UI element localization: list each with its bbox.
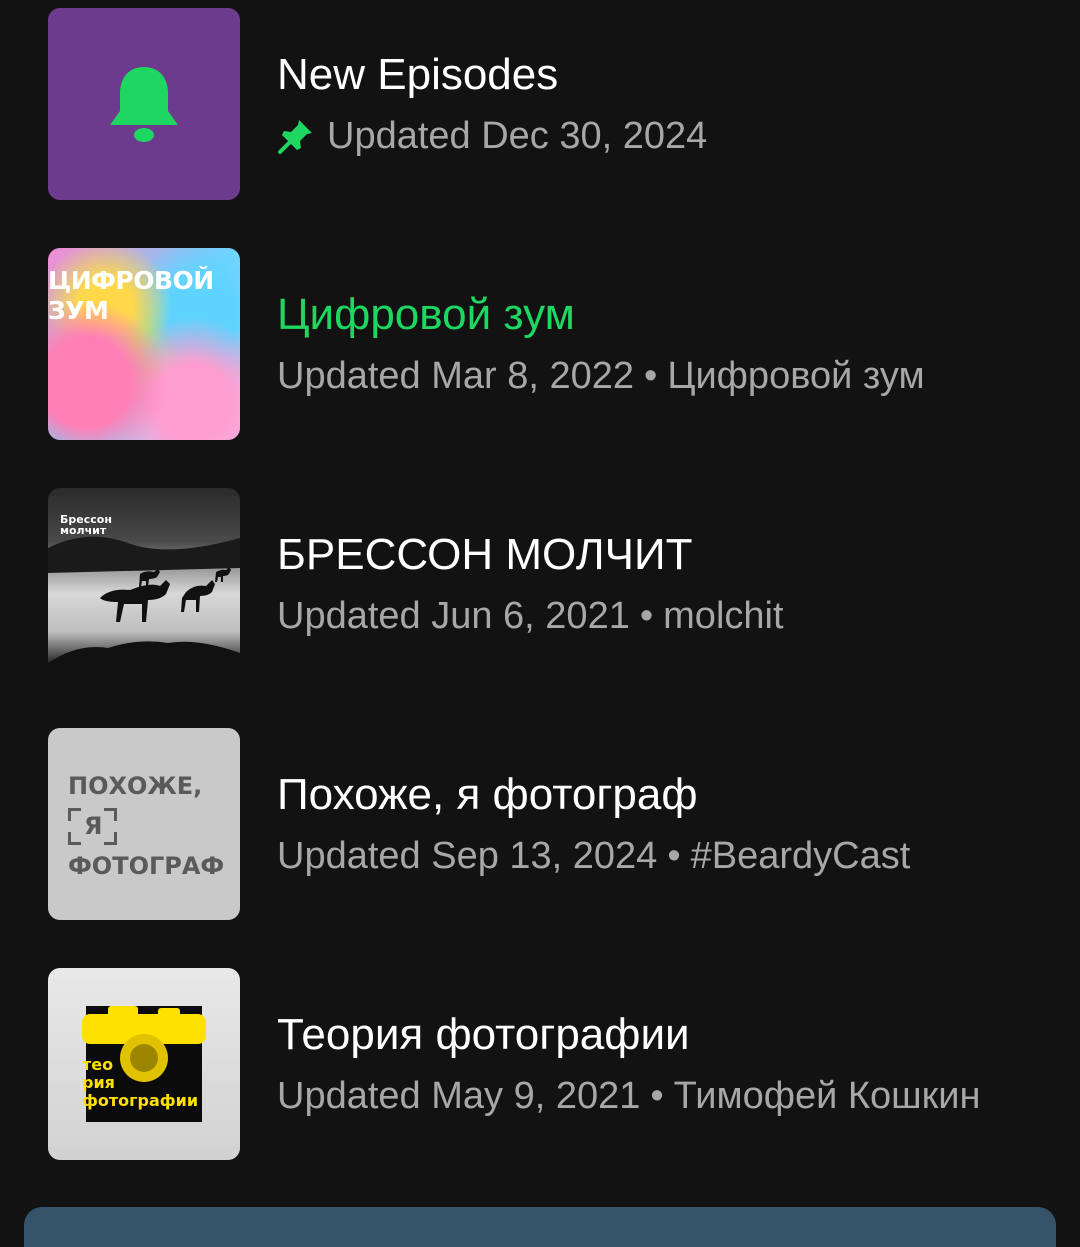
playlist-cover [48, 8, 240, 200]
cover-text: тео рия фотографии [82, 1055, 199, 1110]
playlist-title: New Episodes [277, 50, 559, 99]
updated-date: Updated Dec 30, 2024 [327, 115, 708, 157]
playlist-title: Теория фотографии [277, 1010, 690, 1059]
playlist-subtitle: Updated Sep 13, 2024 • #BeardyCast [277, 831, 910, 881]
separator-dot: • [644, 355, 658, 397]
playlist-cover: ПОХОЖЕ, Я ФОТОГРАФ [48, 728, 240, 920]
pin-icon [278, 120, 312, 154]
list-item-teoriya-fotografii[interactable]: тео рия фотографии Теория фотографии Upd… [48, 968, 1058, 1160]
playlist-owner: #BeardyCast [690, 835, 911, 877]
list-item-bresson-molchit[interactable]: Брессон молчит БРЕССОН МОЛЧИТ Updated Ju… [48, 488, 1058, 680]
playlist-owner: molchit [663, 595, 784, 637]
updated-date: Updated May 9, 2021 [277, 1075, 641, 1117]
separator-dot: • [667, 835, 681, 877]
playlist-subtitle: Updated Jun 6, 2021 • molchit [277, 591, 784, 641]
playlist-subtitle: Updated Dec 30, 2024 [277, 111, 707, 161]
separator-dot: • [650, 1075, 664, 1117]
separator-dot: • [639, 595, 654, 637]
updated-date: Updated Sep 13, 2024 [277, 835, 658, 877]
playlist-cover: Брессон молчит [48, 488, 240, 680]
playlist-cover: ЦИФРОВОЙ ЗУМ [48, 248, 240, 440]
playlist-owner: Цифровой зум [667, 355, 925, 397]
bell-icon [110, 67, 178, 142]
list-item-cifrovoy-zum[interactable]: ЦИФРОВОЙ ЗУМ Цифровой зум Updated Mar 8,… [48, 248, 1058, 440]
cover-text: ПОХОЖЕ, Я ФОТОГРАФ [68, 772, 225, 880]
updated-date: Updated Jun 6, 2021 [277, 595, 630, 637]
updated-date: Updated Mar 8, 2022 [277, 355, 635, 397]
list-item-pohozhe-ya-fotograf[interactable]: ПОХОЖЕ, Я ФОТОГРАФ Похоже, я фотограф Up… [48, 728, 1058, 920]
playlist-subtitle: Updated Mar 8, 2022 • Цифровой зум [277, 351, 925, 401]
playlist-cover: тео рия фотографии [48, 968, 240, 1160]
now-playing-bar[interactable] [24, 1207, 1056, 1247]
playlist-subtitle: Updated May 9, 2021 • Тимофей Кошкин [277, 1071, 980, 1121]
cover-text: Брессон молчит [60, 513, 112, 537]
cover-text: ЦИФРОВОЙ ЗУМ [48, 266, 214, 325]
playlist-owner: Тимофей Кошкин [673, 1075, 981, 1117]
playlist-title: Цифровой зум [277, 290, 575, 339]
playlist-title: Похоже, я фотограф [277, 770, 698, 819]
playlist-title: БРЕССОН МОЛЧИТ [277, 530, 693, 579]
list-item-new-episodes[interactable]: New Episodes Updated Dec 30, 2024 [48, 8, 1058, 200]
